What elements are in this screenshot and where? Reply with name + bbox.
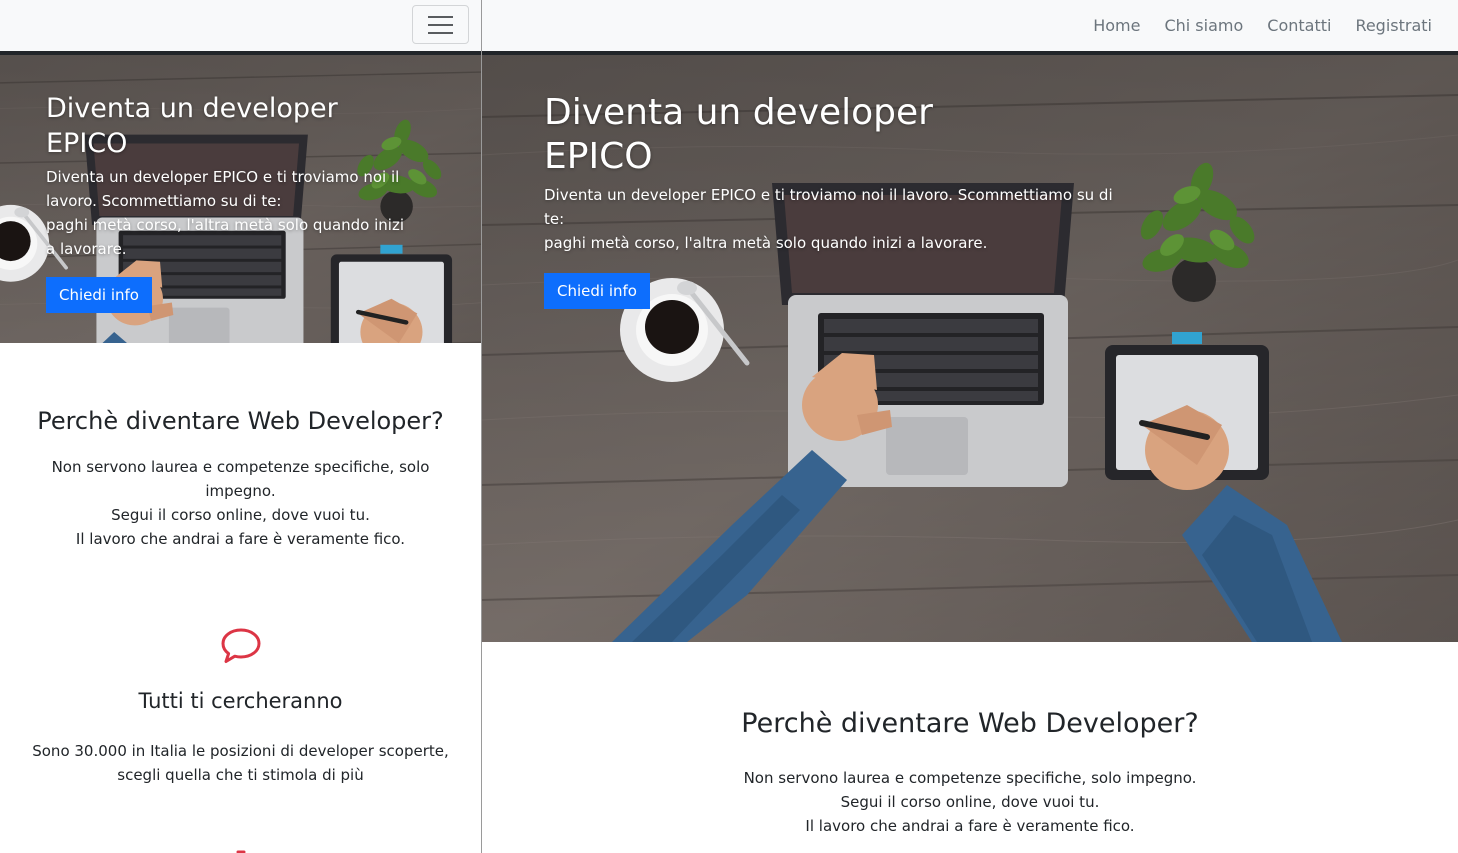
why-title: Perchè diventare Web Developer? <box>741 708 1199 739</box>
navbar-toggler-button[interactable] <box>412 5 469 44</box>
nav-link-contatti[interactable]: Contatti <box>1267 16 1331 35</box>
hamburger-icon-bar <box>428 23 453 26</box>
hero-lead: Diventa un developer EPICO e ti troviamo… <box>46 165 406 261</box>
hamburger-icon-bar <box>428 15 453 18</box>
hero-section: Diventa un developer EPICO Diventa un de… <box>0 55 481 343</box>
feature-icon-partial <box>236 850 245 853</box>
why-title: Perchè diventare Web Developer? <box>37 407 444 435</box>
feature-body: Sono 30.000 in Italia le posizioni di de… <box>32 742 449 784</box>
why-section: Perchè diventare Web Developer? Non serv… <box>482 706 1458 838</box>
navbar <box>0 0 481 51</box>
why-section: Perchè diventare Web Developer? Non serv… <box>0 405 481 551</box>
why-line3: Il lavoro che andrai a fare è veramente … <box>75 530 406 548</box>
nav-link-home[interactable]: Home <box>1093 16 1140 35</box>
hero-lead-line1: Diventa un developer EPICO e ti troviamo… <box>46 168 400 210</box>
feature-card: Tutti ti cercheranno Sono 30.000 in Ital… <box>0 627 481 787</box>
nav-link-chi-siamo[interactable]: Chi siamo <box>1164 16 1243 35</box>
nav-link-registrati[interactable]: Registrati <box>1355 16 1432 35</box>
why-body: Non servono laurea e competenze specific… <box>51 455 431 551</box>
why-line1: Non servono laurea e competenze specific… <box>743 769 1197 787</box>
desktop-view-pane: Home Chi siamo Contatti Registrati Diven… <box>482 0 1458 853</box>
chat-bubble-icon <box>221 628 260 663</box>
hero-title-line2: EPICO <box>46 128 128 159</box>
why-body: Non servono laurea e competenze specific… <box>740 766 1200 838</box>
why-line2: Segui il corso online, dove vuoi tu. <box>840 793 1100 811</box>
hamburger-icon-bar <box>428 31 453 34</box>
why-line2: Segui il corso online, dove vuoi tu. <box>111 506 370 524</box>
feature-title: Tutti ti cercheranno <box>138 689 343 713</box>
hero-title-line2: EPICO <box>544 136 653 177</box>
hero-lead-line2: paghi metà corso, l'altra metà solo quan… <box>46 216 405 258</box>
why-line3: Il lavoro che andrai a fare è veramente … <box>805 817 1135 835</box>
hero-title-line1: Diventa un developer <box>46 93 338 124</box>
hero-section: Diventa un developer EPICO Diventa un de… <box>482 55 1458 642</box>
why-line1: Non servono laurea e competenze specific… <box>51 458 430 500</box>
mobile-view-pane: Diventa un developer EPICO Diventa un de… <box>0 0 481 853</box>
nav-links: Home Chi siamo Contatti Registrati <box>1093 0 1432 51</box>
hero-title: Diventa un developer EPICO <box>544 91 944 179</box>
hero-title: Diventa un developer EPICO <box>46 91 366 161</box>
navbar: Home Chi siamo Contatti Registrati <box>482 0 1458 51</box>
chiedi-info-button[interactable]: Chiedi info <box>544 273 650 309</box>
hero-title-line1: Diventa un developer <box>544 92 933 133</box>
chiedi-info-button[interactable]: Chiedi info <box>46 277 152 313</box>
hero-lead-line1: Diventa un developer EPICO e ti troviamo… <box>544 186 1113 228</box>
hero-lead-line2: paghi metà corso, l'altra metà solo quan… <box>544 234 988 252</box>
hero-content: Diventa un developer EPICO Diventa un de… <box>46 91 426 313</box>
hero-lead: Diventa un developer EPICO e ti troviamo… <box>544 183 1124 255</box>
feature-card-next <box>0 848 481 853</box>
hero-content: Diventa un developer EPICO Diventa un de… <box>544 91 1144 309</box>
